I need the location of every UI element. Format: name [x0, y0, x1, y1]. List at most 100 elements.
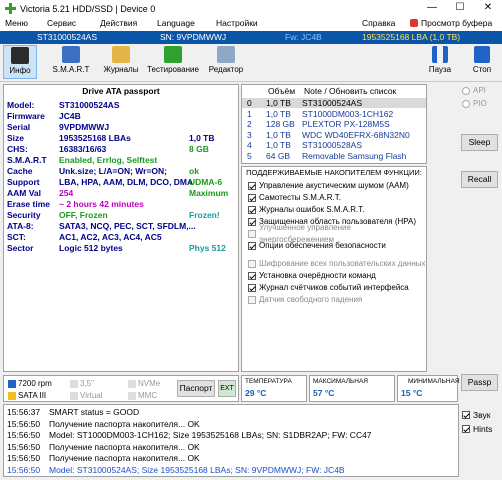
- drive-list-note-header[interactable]: Note / Обновить список: [304, 86, 396, 96]
- log-entry: 15:56:50 Получение паспорта накопителя...…: [4, 442, 458, 453]
- hints-check: [462, 425, 470, 433]
- stop-button[interactable]: Стоп: [467, 45, 497, 79]
- nvme-indicator: NVMe: [128, 379, 160, 388]
- log-entry: 15:56:50 Model: ST31000524AS; Size 195352…: [4, 465, 458, 476]
- maximize-button[interactable]: ☐: [446, 0, 474, 17]
- tab-editor[interactable]: Редактор: [206, 45, 246, 79]
- passport-button[interactable]: Паспорт: [177, 380, 215, 397]
- menu-service[interactable]: Сервис: [47, 18, 76, 28]
- passport-row: CHS: 16383/16/63 8 GB: [4, 144, 238, 155]
- feature-checkbox[interactable]: Опции обеспечения безопасности: [248, 240, 386, 252]
- drive-name: PLEXTOR PX-128M5S: [302, 119, 390, 129]
- hints-checkbox[interactable]: Hints: [462, 424, 492, 434]
- feature-check: [248, 194, 256, 202]
- toolbar: Инфо S.M.A.R.T Журналы Тестирование Реда…: [0, 44, 502, 82]
- log-entry: 15:56:50 Получение паспорта накопителя...…: [4, 419, 458, 430]
- smart-icon: [62, 46, 80, 63]
- menu-view-buffer[interactable]: Просмотр буфера: [410, 18, 492, 28]
- drive-name: ST31000524AS: [302, 98, 363, 108]
- min-temperature-box: МИНИМАЛЬНАЯ 15 °C: [397, 375, 460, 402]
- passport-value: 9VPDMWWJ: [59, 122, 110, 132]
- strip-size: 1953525168 LBA (1,0 TB): [362, 32, 461, 42]
- ext-button[interactable]: EXT: [218, 380, 236, 397]
- feature-label: Опции обеспечения безопасности: [259, 241, 386, 250]
- drive-list-item[interactable]: 2 128 GB PLEXTOR PX-128M5S: [242, 119, 426, 129]
- feature-check: [248, 284, 256, 292]
- passport-key: Serial: [7, 122, 31, 132]
- drive-list-item[interactable]: 1 1,0 TB ST1000DM003-1CH162: [242, 109, 426, 119]
- feature-checkbox[interactable]: Журналы ошибок S.M.A.R.T.: [248, 204, 364, 216]
- menu-actions[interactable]: Действия: [100, 18, 137, 28]
- passport-row: ATA-8: SATA3, NCQ, PEC, SCT, SFDLM,...: [4, 221, 238, 232]
- feature-checkbox[interactable]: Журнал счётчиков событий интерфейса: [248, 282, 409, 294]
- drive-list-item[interactable]: 0 1,0 TB ST31000524AS: [242, 98, 426, 108]
- drive-list[interactable]: Объём Note / Обновить список 0 1,0 TB ST31…: [241, 84, 427, 164]
- ata-passport-panel: Drive ATA passport Model: ST31000524AS Fir…: [3, 84, 239, 372]
- feature-label: Шифрование всех пользовательских данных: [259, 259, 426, 268]
- close-button[interactable]: ✕: [474, 0, 502, 17]
- stop-icon: [474, 46, 490, 63]
- log-message: Получение паспорта накопителя... OK: [49, 441, 200, 452]
- drive-size: 64 GB: [266, 150, 291, 161]
- strip-firmware: Fw: JC4B: [285, 32, 322, 42]
- passport-value: ST31000524AS: [59, 100, 120, 110]
- passp-button[interactable]: Passp: [461, 374, 498, 391]
- pause-button[interactable]: Пауза: [425, 45, 455, 79]
- sleep-button[interactable]: Sleep: [461, 134, 498, 151]
- api-radio[interactable]: API: [462, 86, 486, 95]
- strip-model: ST31000524AS: [37, 32, 98, 42]
- tab-testing[interactable]: Тестирование: [147, 45, 199, 79]
- drive-type-panel: 7200 rpm 3,5" NVMe SATA III Virtual MMC …: [3, 375, 239, 402]
- log-message: Получение паспорта накопителя... OK: [49, 418, 200, 429]
- editor-icon: [217, 46, 235, 63]
- recall-button[interactable]: Recall: [461, 171, 498, 188]
- feature-checkbox[interactable]: Самотесты S.M.A.R.T.: [248, 192, 341, 204]
- pio-radio[interactable]: PIO: [462, 99, 487, 108]
- tab-info[interactable]: Инфо: [3, 45, 37, 79]
- menu-main[interactable]: Меню: [5, 18, 28, 28]
- passport-value: OFF, Frozen: [59, 210, 108, 220]
- feature-checkbox[interactable]: Улучшенное управление энергосбережением: [248, 223, 426, 244]
- feature-check: [248, 260, 256, 268]
- feature-check: [248, 182, 256, 190]
- mmc-indicator: MMC: [128, 391, 157, 400]
- drive-index: 5: [247, 150, 252, 161]
- size35-indicator: 3,5": [70, 379, 94, 388]
- passport-row: SCT: AC1, AC2, AC3, AC4, AC5: [4, 232, 238, 243]
- strip-serial: SN: 9VPDMWWJ: [160, 32, 227, 42]
- mmc-square: [128, 391, 136, 400]
- drive-index: 1: [247, 108, 252, 119]
- event-log[interactable]: 15:56:37 SMART status = GOOD 15:56:50 Получ…: [3, 404, 459, 477]
- drive-list-item[interactable]: 4 1,0 TB ST31000528AS: [242, 140, 426, 150]
- passport-row: Cache Unk.size; L/A=ON; Wr=ON; ok: [4, 166, 238, 177]
- drive-status-strip: ST31000524AS SN: 9VPDMWWJ Fw: JC4B 19535…: [0, 31, 502, 44]
- passport-key: AAM Val: [7, 188, 42, 198]
- menu-help[interactable]: Справка: [362, 18, 395, 28]
- minimize-button[interactable]: —: [418, 0, 446, 17]
- sound-checkbox[interactable]: Звук: [462, 410, 490, 420]
- menu-language[interactable]: Language: [157, 18, 195, 28]
- drive-list-item[interactable]: 5 64 GB Removable Samsung Flash Drive: [242, 150, 426, 164]
- tab-smart[interactable]: S.M.A.R.T: [49, 45, 93, 79]
- max-temperature-box: МАКСИМАЛЬНАЯ 57 °C: [309, 375, 395, 402]
- passport-row: Serial 9VPDMWWJ: [4, 122, 238, 133]
- passport-key: Size: [7, 133, 25, 143]
- feature-checkbox[interactable]: Установка очерёдности команд: [248, 270, 376, 282]
- menu-bar: Меню Сервис Действия Language Настройки …: [0, 17, 502, 31]
- feature-check: [248, 296, 256, 304]
- log-message: Получение паспорта накопителя... OK: [49, 453, 200, 463]
- feature-checkbox[interactable]: Шифрование всех пользовательских данных: [248, 258, 426, 270]
- log-time: 15:56:37: [7, 407, 41, 417]
- passport-key: S.M.A.R.T: [7, 155, 47, 165]
- passport-key: Model:: [7, 100, 35, 110]
- nvme-square: [128, 379, 136, 388]
- window-title: Victoria 5.21 HDD/SSD | Device 0: [20, 3, 156, 14]
- passport-extra: ok: [189, 166, 199, 176]
- passport-extra: 8 GB: [189, 144, 209, 154]
- feature-checkbox[interactable]: Управление акустическим шумом (AAM): [248, 180, 409, 192]
- tab-journals[interactable]: Журналы: [103, 45, 139, 79]
- menu-settings[interactable]: Настройки: [216, 18, 258, 28]
- drive-list-item[interactable]: 3 1,0 TB WDC WD40EFRX-68N32N0: [242, 130, 426, 140]
- drive-list-size-header[interactable]: Объём: [268, 86, 295, 96]
- feature-checkbox[interactable]: Датчик свободного падения: [248, 294, 362, 306]
